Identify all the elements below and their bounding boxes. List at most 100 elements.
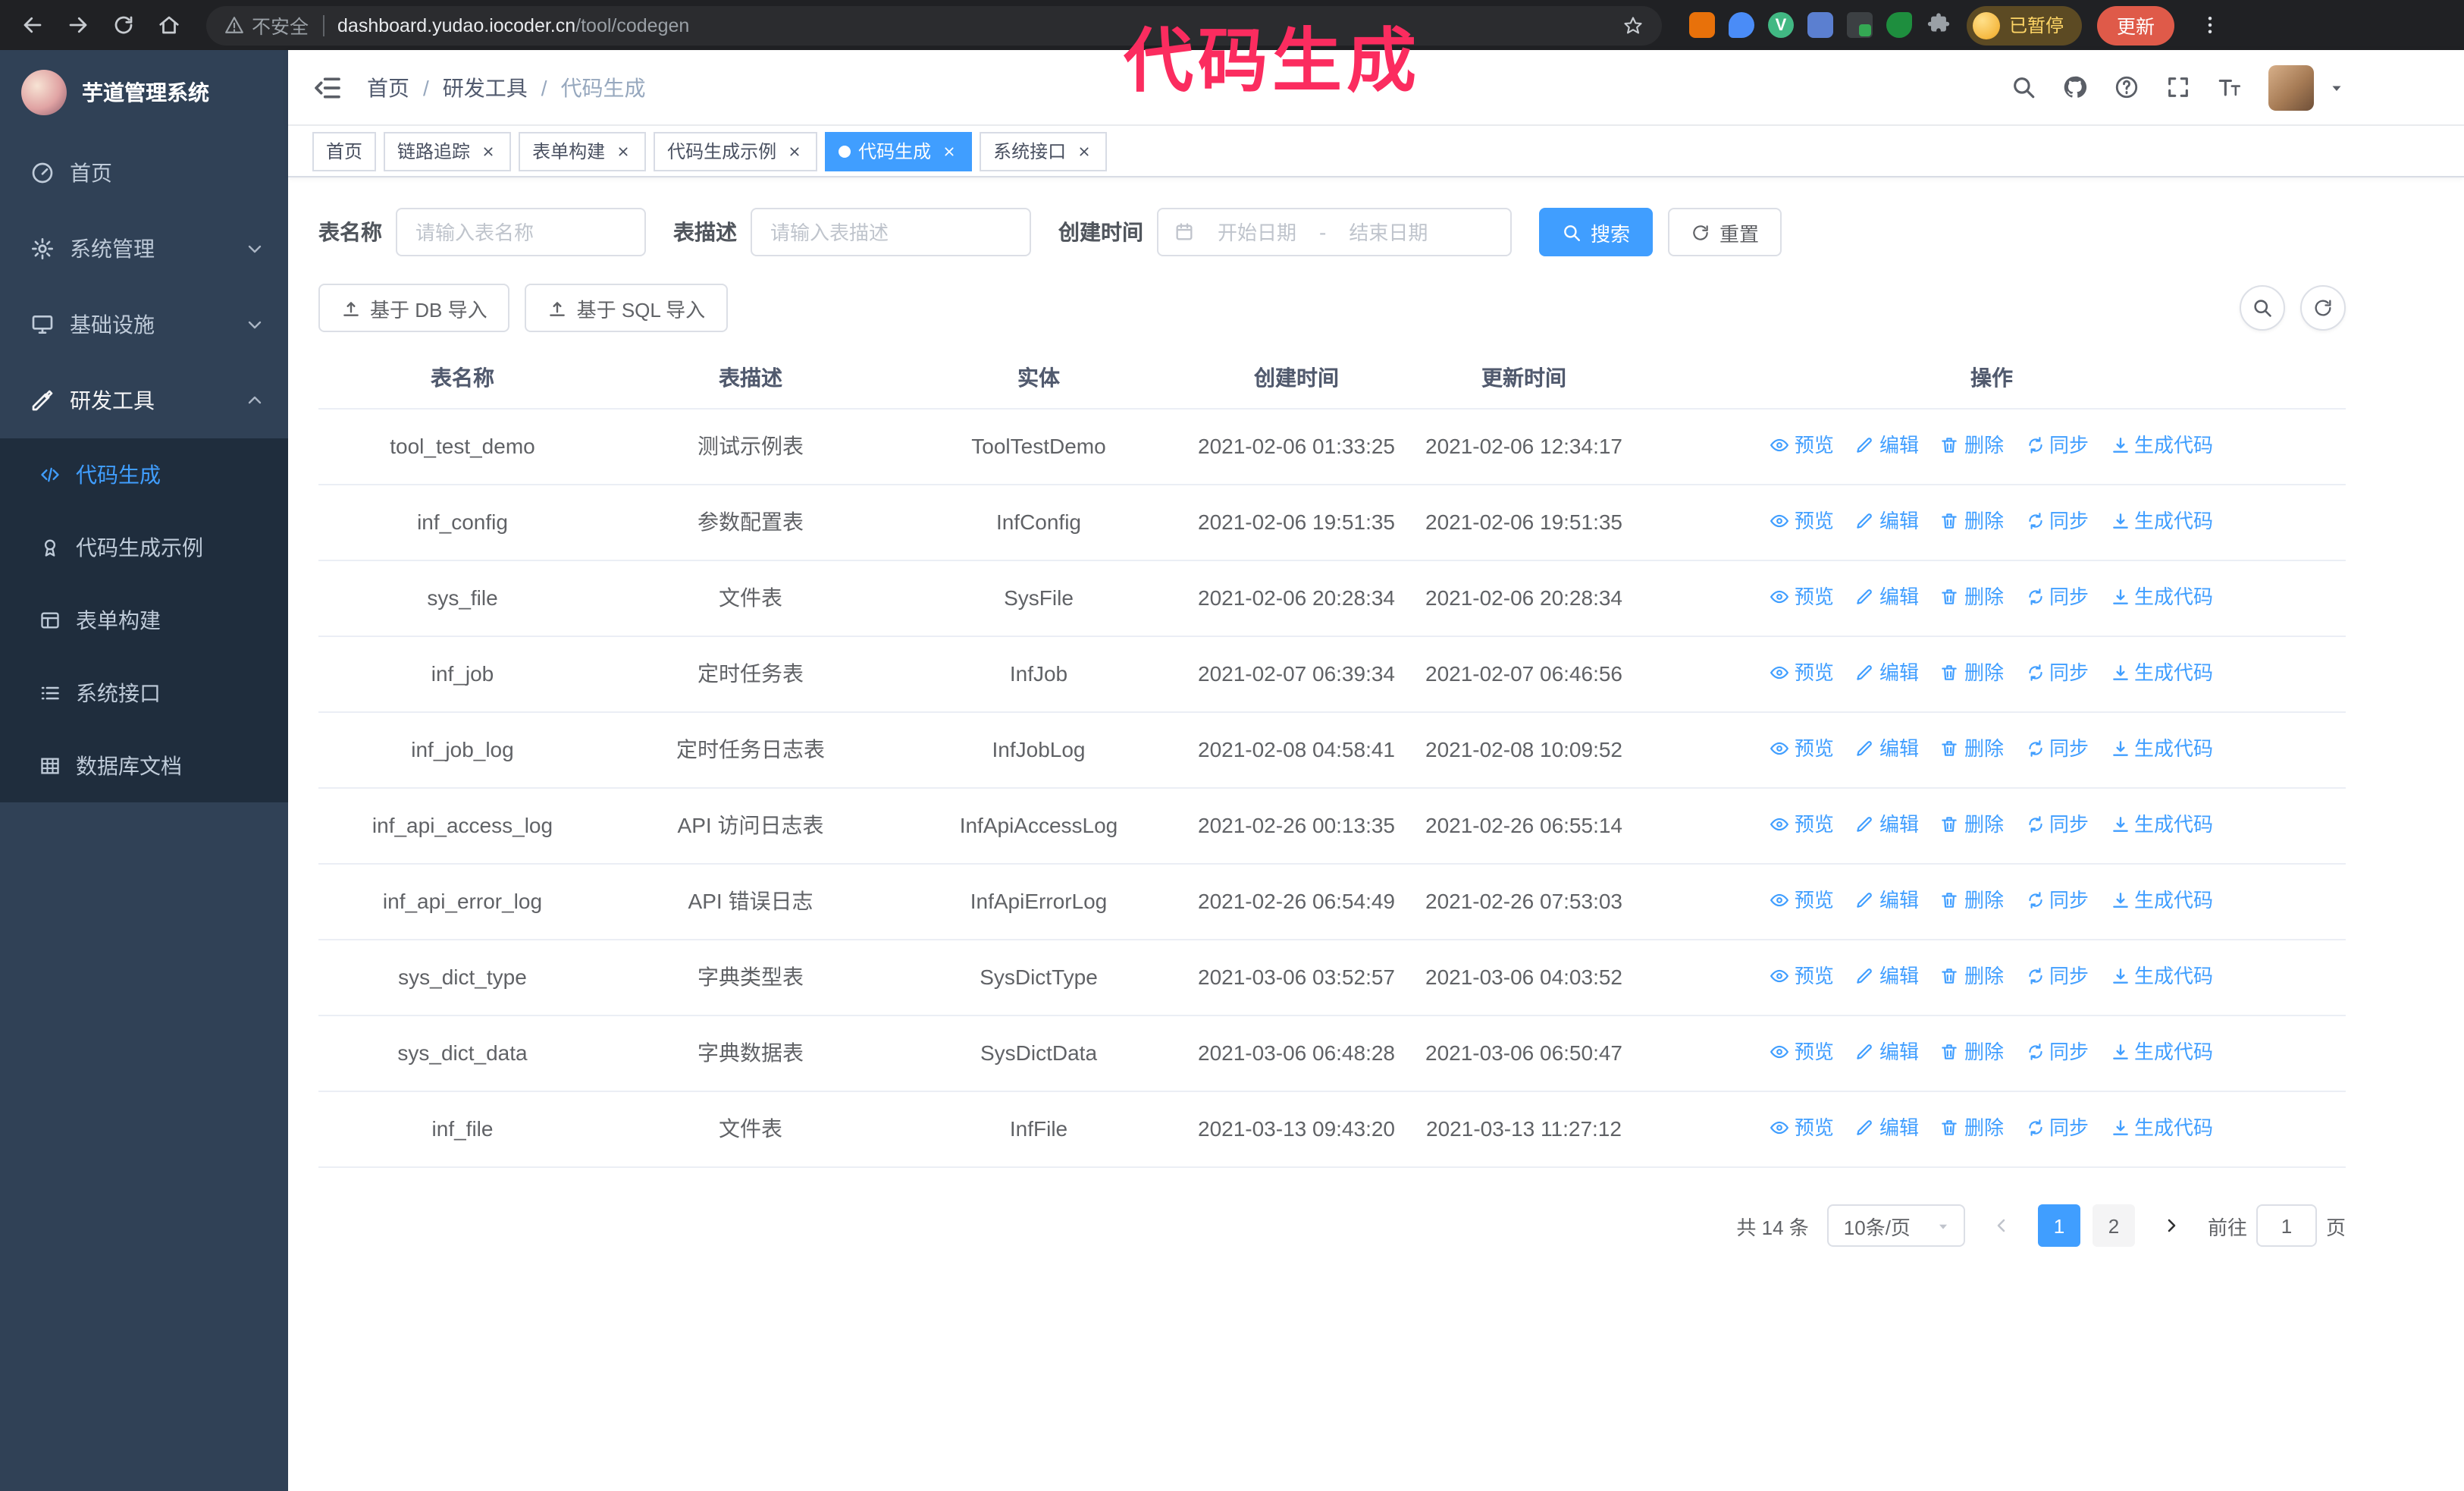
- sync-link[interactable]: 同步: [2025, 962, 2089, 990]
- preview-link[interactable]: 预览: [1770, 1037, 1834, 1066]
- address-bar[interactable]: 不安全 dashboard.yudao.iocoder.cn /tool/cod…: [206, 5, 1662, 45]
- browser-back-button[interactable]: [12, 5, 52, 45]
- tab-home[interactable]: 首页: [312, 131, 377, 171]
- sidebar-item-infrastructure[interactable]: 基础设施: [0, 287, 288, 363]
- delete-link[interactable]: 删除: [1940, 734, 2004, 763]
- tab-system-api[interactable]: 系统接口: [980, 131, 1108, 171]
- sync-link[interactable]: 同步: [2025, 507, 2089, 535]
- browser-forward-button[interactable]: [58, 5, 97, 45]
- table-desc-input[interactable]: [751, 208, 1031, 256]
- sidebar-item-home[interactable]: 首页: [0, 135, 288, 211]
- generate-code-link[interactable]: 生成代码: [2110, 962, 2213, 990]
- extension-icon-tampermonkey[interactable]: [1847, 12, 1873, 38]
- edit-link[interactable]: 编辑: [1855, 962, 1919, 990]
- edit-link[interactable]: 编辑: [1855, 886, 1919, 915]
- browser-update-button[interactable]: 更新: [2097, 5, 2175, 45]
- delete-link[interactable]: 删除: [1940, 1113, 2004, 1142]
- delete-link[interactable]: 删除: [1940, 431, 2004, 460]
- user-avatar[interactable]: [2268, 64, 2314, 110]
- generate-code-link[interactable]: 生成代码: [2110, 886, 2213, 915]
- extensions-puzzle-icon[interactable]: [1926, 12, 1951, 38]
- edit-link[interactable]: 编辑: [1855, 734, 1919, 763]
- delete-link[interactable]: 删除: [1940, 962, 2004, 990]
- date-start-input[interactable]: [1202, 221, 1312, 243]
- generate-code-link[interactable]: 生成代码: [2110, 1037, 2213, 1066]
- search-button[interactable]: 搜索: [1539, 208, 1654, 256]
- date-range-picker[interactable]: -: [1157, 208, 1512, 256]
- edit-link[interactable]: 编辑: [1855, 582, 1919, 611]
- sync-link[interactable]: 同步: [2025, 1037, 2089, 1066]
- prev-page-button[interactable]: [1983, 1204, 2020, 1247]
- delete-link[interactable]: 删除: [1940, 810, 2004, 839]
- goto-page-input[interactable]: [2256, 1204, 2317, 1247]
- sync-link[interactable]: 同步: [2025, 810, 2089, 839]
- fullscreen-icon[interactable]: [2165, 74, 2191, 100]
- tab-tracing[interactable]: 链路追踪: [384, 131, 512, 171]
- sync-link[interactable]: 同步: [2025, 734, 2089, 763]
- sidebar-item-form-builder[interactable]: 表单构建: [0, 584, 288, 657]
- import-db-button[interactable]: 基于 DB 导入: [318, 284, 510, 332]
- edit-link[interactable]: 编辑: [1855, 658, 1919, 687]
- edit-link[interactable]: 编辑: [1855, 810, 1919, 839]
- preview-link[interactable]: 预览: [1770, 431, 1834, 460]
- extension-icon-vue-devtools[interactable]: [1768, 12, 1794, 38]
- browser-profile-chip[interactable]: 已暂停: [1967, 5, 2083, 45]
- date-end-input[interactable]: [1334, 221, 1444, 243]
- sidebar-item-codegen[interactable]: 代码生成: [0, 438, 288, 511]
- tab-codegen-example[interactable]: 代码生成示例: [654, 131, 818, 171]
- generate-code-link[interactable]: 生成代码: [2110, 658, 2213, 687]
- delete-link[interactable]: 删除: [1940, 658, 2004, 687]
- font-size-icon[interactable]: [2217, 74, 2243, 100]
- close-icon[interactable]: [613, 141, 632, 161]
- sidebar-fold-icon[interactable]: [312, 72, 343, 102]
- tab-codegen[interactable]: 代码生成: [825, 131, 973, 171]
- delete-link[interactable]: 删除: [1940, 1037, 2004, 1066]
- help-icon[interactable]: [2114, 74, 2140, 100]
- close-icon[interactable]: [784, 141, 804, 161]
- close-icon[interactable]: [1074, 141, 1093, 161]
- sidebar-item-dev-tools[interactable]: 研发工具: [0, 363, 288, 438]
- preview-link[interactable]: 预览: [1770, 734, 1834, 763]
- delete-link[interactable]: 删除: [1940, 582, 2004, 611]
- generate-code-link[interactable]: 生成代码: [2110, 431, 2213, 460]
- sync-link[interactable]: 同步: [2025, 431, 2089, 460]
- page-number-2[interactable]: 2: [2092, 1204, 2135, 1247]
- page-size-select[interactable]: 10条/页: [1826, 1204, 1965, 1247]
- delete-link[interactable]: 删除: [1940, 507, 2004, 535]
- sidebar-item-codegen-example[interactable]: 代码生成示例: [0, 511, 288, 584]
- browser-menu-button[interactable]: [2190, 5, 2229, 45]
- sidebar-logo[interactable]: 芋道管理系统: [0, 50, 288, 135]
- generate-code-link[interactable]: 生成代码: [2110, 810, 2213, 839]
- extension-icon-orange[interactable]: [1689, 12, 1715, 38]
- edit-link[interactable]: 编辑: [1855, 431, 1919, 460]
- generate-code-link[interactable]: 生成代码: [2110, 582, 2213, 611]
- edit-link[interactable]: 编辑: [1855, 507, 1919, 535]
- generate-code-link[interactable]: 生成代码: [2110, 507, 2213, 535]
- breadcrumb-dev-tools[interactable]: 研发工具: [443, 72, 528, 102]
- preview-link[interactable]: 预览: [1770, 810, 1834, 839]
- close-icon[interactable]: [939, 141, 958, 161]
- browser-home-button[interactable]: [149, 5, 188, 45]
- preview-link[interactable]: 预览: [1770, 1113, 1834, 1142]
- table-name-input[interactable]: [396, 208, 646, 256]
- preview-link[interactable]: 预览: [1770, 886, 1834, 915]
- edit-link[interactable]: 编辑: [1855, 1037, 1919, 1066]
- sidebar-item-system-api[interactable]: 系统接口: [0, 657, 288, 730]
- close-icon[interactable]: [478, 141, 497, 161]
- import-sql-button[interactable]: 基于 SQL 导入: [525, 284, 729, 332]
- extension-icon-people[interactable]: [1807, 12, 1833, 38]
- github-icon[interactable]: [2062, 74, 2088, 100]
- reset-button[interactable]: 重置: [1668, 208, 1782, 256]
- extension-icon-leaf[interactable]: [1886, 12, 1912, 38]
- next-page-button[interactable]: [2153, 1204, 2190, 1247]
- sidebar-item-system-management[interactable]: 系统管理: [0, 211, 288, 287]
- sidebar-item-db-doc[interactable]: 数据库文档: [0, 730, 288, 802]
- preview-link[interactable]: 预览: [1770, 658, 1834, 687]
- sync-link[interactable]: 同步: [2025, 582, 2089, 611]
- breadcrumb-home[interactable]: 首页: [367, 72, 409, 102]
- preview-link[interactable]: 预览: [1770, 962, 1834, 990]
- sync-link[interactable]: 同步: [2025, 886, 2089, 915]
- search-icon[interactable]: [2011, 74, 2036, 100]
- sync-link[interactable]: 同步: [2025, 658, 2089, 687]
- edit-link[interactable]: 编辑: [1855, 1113, 1919, 1142]
